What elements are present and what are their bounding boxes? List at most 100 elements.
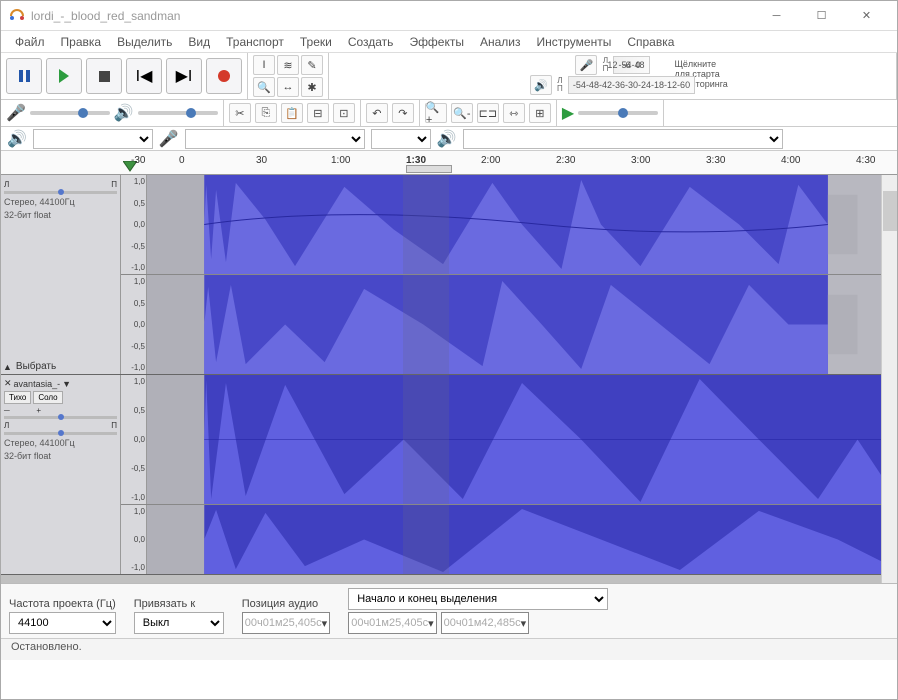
rec-meter-icon[interactable]: 🎤	[575, 55, 597, 75]
track-1-waveform[interactable]: 1,00,50,0-0,5-1,0 1,00,50,0-0,5-1,0	[121, 175, 897, 374]
snap-to-label: Привязать к	[134, 598, 224, 610]
play-at-speed-panel: ▶	[557, 100, 664, 126]
pause-button[interactable]	[6, 58, 42, 94]
undo-panel: ↶ ↷	[361, 100, 420, 126]
track-2-waveform[interactable]: 1,00,50,0-0,5-1,0 1,00,0-1,0	[121, 375, 897, 574]
track-2-solo-button[interactable]: Соло	[33, 391, 62, 404]
multi-tool[interactable]: ✱	[301, 77, 323, 97]
tracks-area: ЛП Стерео, 44100Гц 32-бит float ▲ Выбрат…	[1, 175, 897, 583]
draw-tool[interactable]: ✎	[301, 55, 323, 75]
menu-select[interactable]: Выделить	[109, 33, 180, 51]
recording-volume-slider[interactable]	[30, 111, 110, 115]
play-button[interactable]	[46, 58, 82, 94]
audio-position-label: Позиция аудио	[242, 598, 330, 610]
meters-panel: 🎤 ЛП -54-48 Щёлкните для старта монитори…	[329, 53, 897, 99]
transport-panel: I◀ ▶I	[1, 53, 248, 99]
paste-button[interactable]: 📋	[281, 103, 303, 123]
skip-start-button[interactable]: I◀	[126, 58, 162, 94]
titlebar: lordi_-_blood_red_sandman ─ ☐ ✕	[1, 1, 897, 31]
undo-button[interactable]: ↶	[366, 103, 388, 123]
edit-panel: ✂ ⎘ 📋 ⊟ ⊡	[224, 100, 361, 126]
selection-region	[403, 175, 449, 274]
fit-selection-button[interactable]: ⊏⊐	[477, 103, 499, 123]
toolbar-row-1: I◀ ▶I I ≋ ✎ 🔍 ↔ ✱ 🎤 ЛП -54-48 Щёлкните д…	[1, 53, 897, 100]
menu-analyze[interactable]: Анализ	[472, 33, 529, 51]
track-2: ✕ avantasia_- ▼ Тихо Соло ─ + ЛП Стерео,…	[1, 375, 897, 575]
speaker-icon: 🔊	[114, 103, 134, 123]
audio-host-select[interactable]	[33, 129, 153, 149]
copy-button[interactable]: ⎘	[255, 103, 277, 123]
selection-range-indicator	[406, 165, 452, 173]
collapse-icon[interactable]: ▲	[3, 362, 12, 372]
zoom-panel: 🔍+ 🔍- ⊏⊐ ⇿ ⊞	[420, 100, 557, 126]
zoom-in-button[interactable]: 🔍+	[425, 103, 447, 123]
menu-transport[interactable]: Транспорт	[218, 33, 292, 51]
vertical-scrollbar[interactable]	[881, 175, 897, 583]
mic-icon: 🎤	[6, 103, 26, 123]
timeshift-tool[interactable]: ↔	[277, 77, 299, 97]
project-rate-label: Частота проекта (Гц)	[9, 598, 116, 610]
track-1-pan-slider[interactable]	[4, 191, 117, 194]
playback-volume-slider[interactable]	[138, 111, 218, 115]
recording-device-select[interactable]	[185, 129, 365, 149]
record-button[interactable]	[206, 58, 242, 94]
toolbar-row-2: 🎤 🔊 ✂ ⎘ 📋 ⊟ ⊡ ↶ ↷ 🔍+ 🔍- ⊏⊐ ⇿ ⊞ ▶	[1, 100, 897, 127]
track-2-mute-button[interactable]: Тихо	[4, 391, 31, 404]
track-1-header[interactable]: ЛП Стерео, 44100Гц 32-бит float ▲ Выбрат…	[1, 175, 121, 374]
menu-generate[interactable]: Создать	[340, 33, 402, 51]
status-bar: Остановлено.	[1, 638, 897, 660]
redo-button[interactable]: ↷	[392, 103, 414, 123]
selection-end-timecode[interactable]: 00ч01м42,485с▾	[441, 612, 529, 634]
track-2-gain-slider[interactable]	[4, 416, 117, 419]
rec-volume-panel: 🎤 🔊	[1, 100, 224, 126]
audio-host-icon: 🔊	[7, 129, 27, 149]
recording-meter[interactable]: -54-48 Щёлкните для старта мониторинга -…	[613, 56, 649, 74]
menu-file[interactable]: Файл	[7, 33, 53, 51]
cut-button[interactable]: ✂	[229, 103, 251, 123]
app-icon	[9, 8, 25, 24]
window-title: lordi_-_blood_red_sandman	[31, 9, 754, 23]
zoom-out-button[interactable]: 🔍-	[451, 103, 473, 123]
trim-button[interactable]: ⊟	[307, 103, 329, 123]
minimize-button[interactable]: ─	[754, 2, 799, 30]
meter-l-label2: ЛП	[554, 77, 566, 93]
rec-device-icon: 🎤	[159, 129, 179, 149]
play-speed-icon[interactable]: ▶	[562, 103, 574, 123]
stop-button[interactable]	[86, 58, 122, 94]
skip-end-button[interactable]: ▶I	[166, 58, 202, 94]
envelope-tool[interactable]: ≋	[277, 55, 299, 75]
track-2-name: avantasia_-	[14, 379, 61, 389]
menubar: Файл Правка Выделить Вид Транспорт Треки…	[1, 31, 897, 53]
selection-tool[interactable]: I	[253, 55, 275, 75]
silence-button[interactable]: ⊡	[333, 103, 355, 123]
selection-mode-select[interactable]: Начало и конец выделения	[348, 588, 608, 610]
zoom-tool[interactable]: 🔍	[253, 77, 275, 97]
menu-effects[interactable]: Эффекты	[401, 33, 472, 51]
selection-start-timecode[interactable]: 00ч01м25,405с▾	[348, 612, 436, 634]
timeline-ruler[interactable]: -30 0 30 1:00 1:30 2:00 2:30 3:00 3:30 4…	[1, 151, 897, 175]
maximize-button[interactable]: ☐	[799, 2, 844, 30]
menu-view[interactable]: Вид	[180, 33, 218, 51]
menu-help[interactable]: Справка	[619, 33, 682, 51]
play-meter-icon[interactable]: 🔊	[530, 75, 552, 95]
track-1-select-button[interactable]: Выбрать	[16, 361, 56, 372]
menu-tools[interactable]: Инструменты	[529, 33, 620, 51]
track-2-pan-slider[interactable]	[4, 432, 117, 435]
playback-speed-slider[interactable]	[578, 111, 658, 115]
device-toolbar: 🔊 🎤 🔊	[1, 127, 897, 151]
playback-meter[interactable]: -54-48-42-36-30-24-18-12-60	[568, 76, 695, 94]
track-2-header[interactable]: ✕ avantasia_- ▼ Тихо Соло ─ + ЛП Стерео,…	[1, 375, 121, 574]
track-2-close-button[interactable]: ✕	[4, 378, 12, 389]
zoom-toggle-button[interactable]: ⊞	[529, 103, 551, 123]
project-rate-select[interactable]: 44100	[9, 612, 116, 634]
selection-toolbar: Частота проекта (Гц) 44100 Привязать к В…	[1, 583, 897, 638]
track-2-menu-button[interactable]: ▼	[62, 379, 71, 389]
snap-to-select[interactable]: Выкл	[134, 612, 224, 634]
fit-project-button[interactable]: ⇿	[503, 103, 525, 123]
audio-position-timecode[interactable]: 00ч01м25,405с▾	[242, 612, 330, 634]
playback-device-select[interactable]	[463, 129, 783, 149]
recording-channels-select[interactable]	[371, 129, 431, 149]
menu-edit[interactable]: Правка	[53, 33, 110, 51]
menu-tracks[interactable]: Треки	[292, 33, 340, 51]
close-button[interactable]: ✕	[844, 2, 889, 30]
